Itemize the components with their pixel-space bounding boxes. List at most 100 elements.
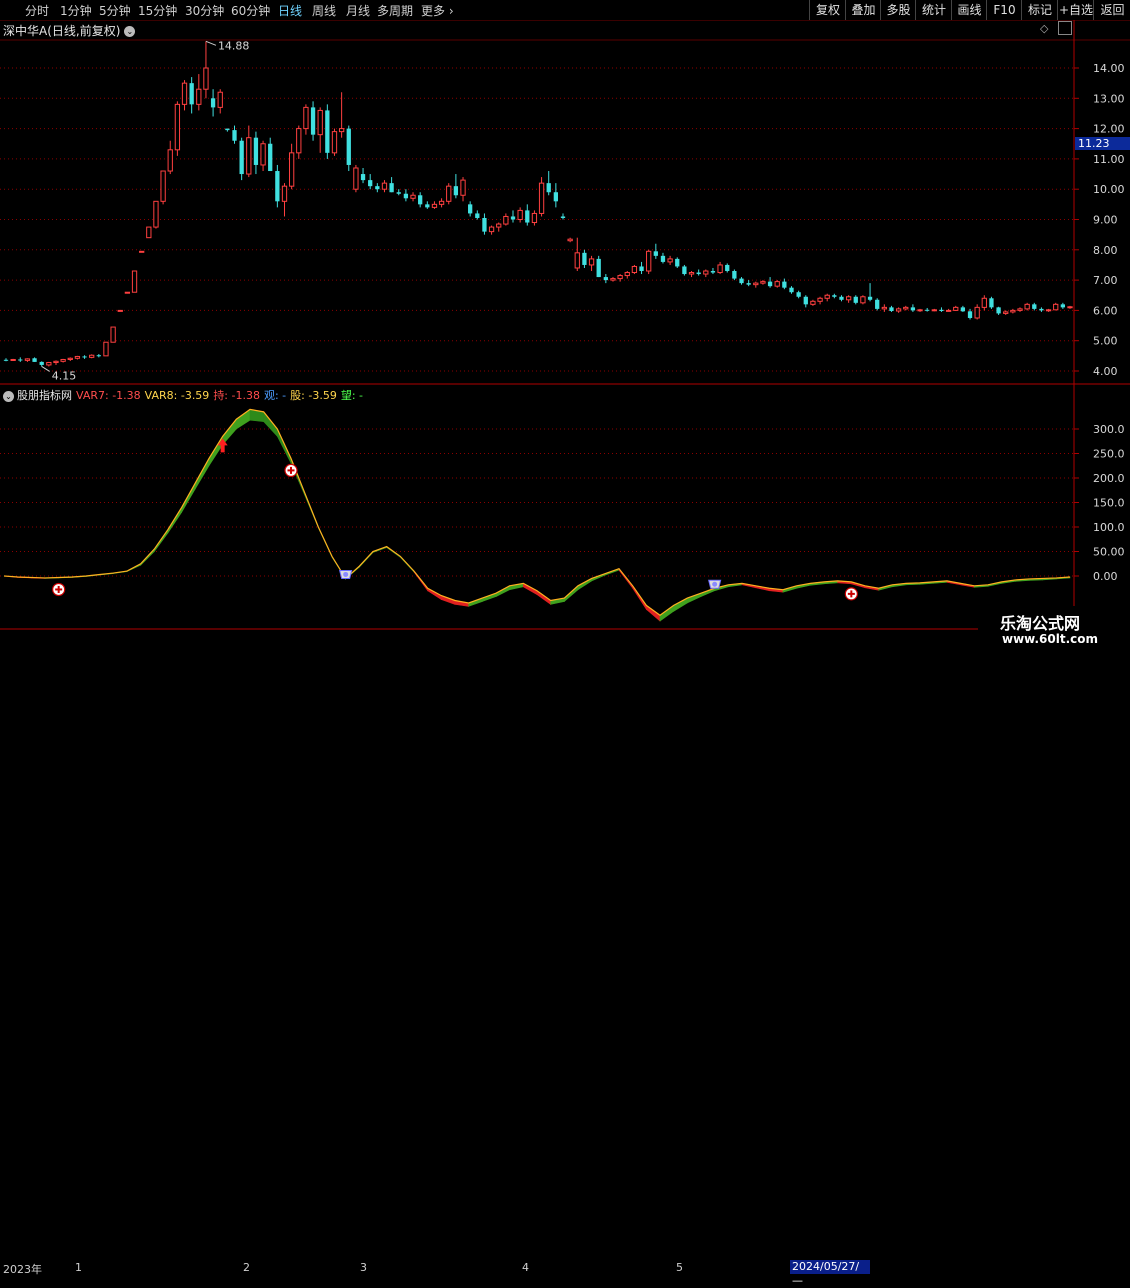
y-tick-label: 7.00	[1093, 274, 1118, 287]
candle-body	[317, 109, 323, 136]
candle-body	[418, 195, 423, 205]
candle-body	[203, 67, 209, 90]
candle-body	[174, 103, 181, 151]
candle-body	[875, 299, 880, 309]
time-label-4: 4	[522, 1261, 529, 1274]
candle-body	[74, 355, 81, 359]
candle-body	[931, 309, 937, 312]
cursor-date: 2024/05/27/—	[790, 1260, 870, 1287]
candle-body	[67, 357, 73, 360]
candle-body	[839, 296, 844, 300]
candle-body	[624, 272, 630, 277]
candle-body	[1053, 303, 1059, 311]
candle-body	[1017, 308, 1023, 311]
time-label-year: 2023年	[3, 1263, 42, 1276]
candle-body	[396, 192, 401, 194]
y-tick-label: 8.00	[1093, 244, 1118, 257]
candle-body	[510, 216, 516, 220]
candle-body	[124, 291, 131, 294]
candle-body	[468, 204, 473, 214]
low-price-label: 4.15	[52, 369, 77, 382]
candle-body	[403, 193, 409, 199]
candle-body	[667, 258, 673, 263]
candle-body	[546, 183, 551, 193]
low-pointer	[41, 366, 50, 372]
indicator-tick-label: 150.0	[1093, 497, 1125, 510]
candle-body	[631, 265, 638, 274]
candle-body	[460, 179, 466, 196]
candle-body	[832, 295, 837, 297]
candle-body	[375, 186, 380, 190]
candle-body	[281, 185, 288, 202]
candle-body	[381, 182, 388, 190]
candle-body	[789, 287, 794, 293]
candle-body	[1045, 309, 1052, 312]
candle-body	[389, 183, 394, 193]
candle-body	[953, 306, 959, 311]
candle-body	[610, 278, 616, 281]
candle-body	[10, 358, 16, 361]
candle-body	[810, 300, 816, 305]
candle-body	[46, 362, 52, 366]
candle-body	[310, 107, 316, 135]
candle-body	[189, 83, 194, 105]
indicator-dropdown-icon[interactable]: ⌄	[3, 390, 14, 402]
candle-body	[167, 149, 173, 172]
candle-body	[3, 359, 9, 361]
candle-body	[103, 341, 109, 357]
candle-body	[803, 296, 808, 305]
indicator-band-segment	[236, 408, 251, 430]
candle-body	[960, 307, 966, 312]
indicator-value-2: 持: -1.38	[213, 389, 260, 402]
candle-body	[560, 216, 566, 218]
candle-body	[296, 128, 302, 154]
candle-body	[588, 258, 595, 266]
candle-body	[1032, 304, 1037, 309]
candle-body	[482, 217, 487, 232]
candle-body	[160, 170, 166, 202]
candle-body	[410, 194, 416, 199]
candle-body	[538, 182, 545, 214]
candle-body	[181, 82, 188, 105]
current-price-tag: 11.23	[1075, 137, 1130, 150]
y-tick-label: 5.00	[1093, 335, 1118, 348]
candle-body	[53, 360, 59, 364]
candle-body	[945, 309, 952, 312]
kline-chart[interactable]: 14.00 13.00 12.00 11.00 10.00 9.00 8.00 7.00 6.0…	[0, 0, 1130, 630]
candle-body	[574, 252, 580, 269]
candle-body	[895, 308, 902, 312]
candle-body	[1010, 309, 1016, 313]
candle-body	[746, 283, 751, 285]
candle-body	[767, 281, 773, 287]
candle-body	[967, 311, 973, 318]
candle-body	[653, 251, 658, 256]
candle-body	[146, 226, 152, 239]
candle-body	[603, 277, 608, 281]
candle-body	[639, 266, 644, 272]
candle-body	[925, 309, 930, 311]
y-tick-label: 14.00	[1093, 62, 1125, 75]
candle-body	[425, 204, 430, 208]
candle-body	[60, 358, 66, 362]
indicator-tick-label: 250.0	[1093, 448, 1125, 461]
indicator-tick-label: 0.00	[1093, 570, 1118, 583]
candle-body	[331, 131, 338, 154]
candle-body	[617, 275, 623, 280]
candle-body	[496, 223, 502, 228]
candle-body	[117, 309, 123, 312]
high-pointer	[205, 40, 217, 46]
candle-body	[531, 212, 538, 224]
candle-body	[18, 359, 23, 361]
candle-body	[268, 143, 273, 172]
candle-body	[696, 272, 701, 275]
candle-body	[989, 298, 994, 308]
indicator-value-0: VAR7: -1.38	[76, 389, 141, 402]
candle-body	[89, 354, 95, 358]
cup-dot	[343, 571, 349, 577]
watermark-title: 乐淘公式网	[1000, 614, 1081, 633]
candle-body	[260, 143, 266, 166]
candle-body	[303, 106, 309, 130]
high-price-label: 14.88	[218, 39, 250, 52]
candle-body	[153, 200, 159, 228]
candle-body	[824, 294, 830, 299]
